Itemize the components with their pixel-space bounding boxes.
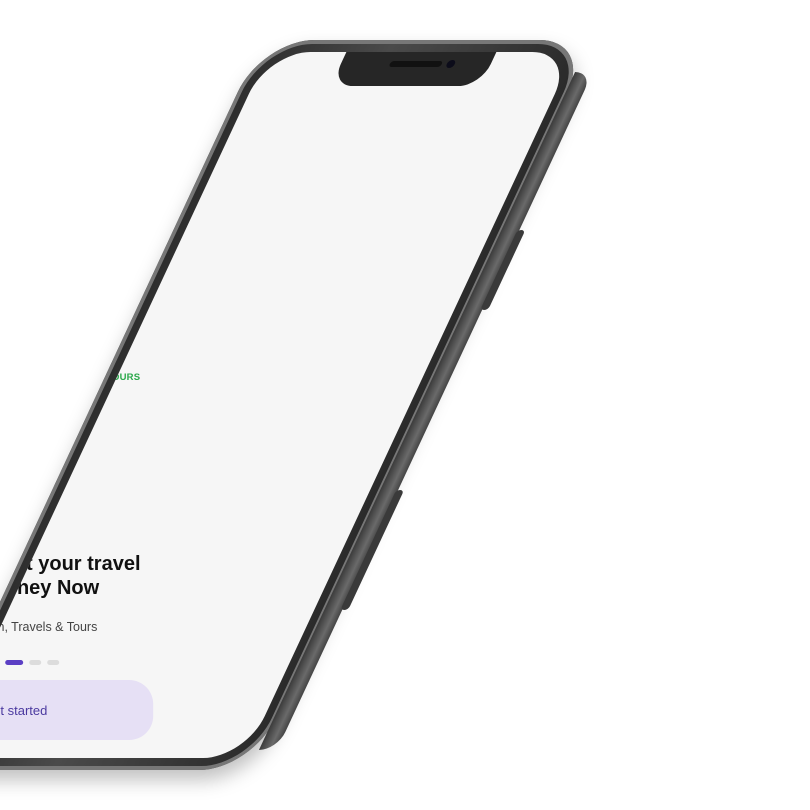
logo-mark: mt xyxy=(37,232,80,272)
pagination-dots xyxy=(5,660,60,665)
onboarding-screen: mt MIGRATIONS | TRAVELS | TOURS start yo… xyxy=(0,52,245,758)
brand-logo: mt MIGRATIONS | TRAVELS | TOURS xyxy=(0,222,219,422)
phone-screen: mt MIGRATIONS | TRAVELS | TOURS start yo… xyxy=(0,52,575,758)
front-camera-icon xyxy=(444,60,457,68)
headline-line-2: journey Now xyxy=(0,577,100,599)
logo-tagline: MIGRATIONS | TRAVELS | TOURS xyxy=(0,372,141,383)
pagination-dot-active[interactable] xyxy=(5,660,24,665)
onboarding-headline: Let’s start your travel journey Now xyxy=(0,552,169,600)
notch xyxy=(330,52,497,86)
headline-line-1: Let’s start your travel xyxy=(0,553,141,575)
globe-airplane-icon xyxy=(0,275,133,354)
pagination-dot[interactable] xyxy=(29,660,42,665)
stage: mt MIGRATIONS | TRAVELS | TOURS start yo… xyxy=(0,0,810,810)
phone-device: mt MIGRATIONS | TRAVELS | TOURS start yo… xyxy=(0,40,594,770)
speaker-grille xyxy=(388,61,444,67)
get-started-button[interactable]: Get started xyxy=(0,680,154,740)
pagination-dot[interactable] xyxy=(47,660,60,665)
onboarding-subtitle: Migration, Travels & Tours xyxy=(0,620,98,634)
